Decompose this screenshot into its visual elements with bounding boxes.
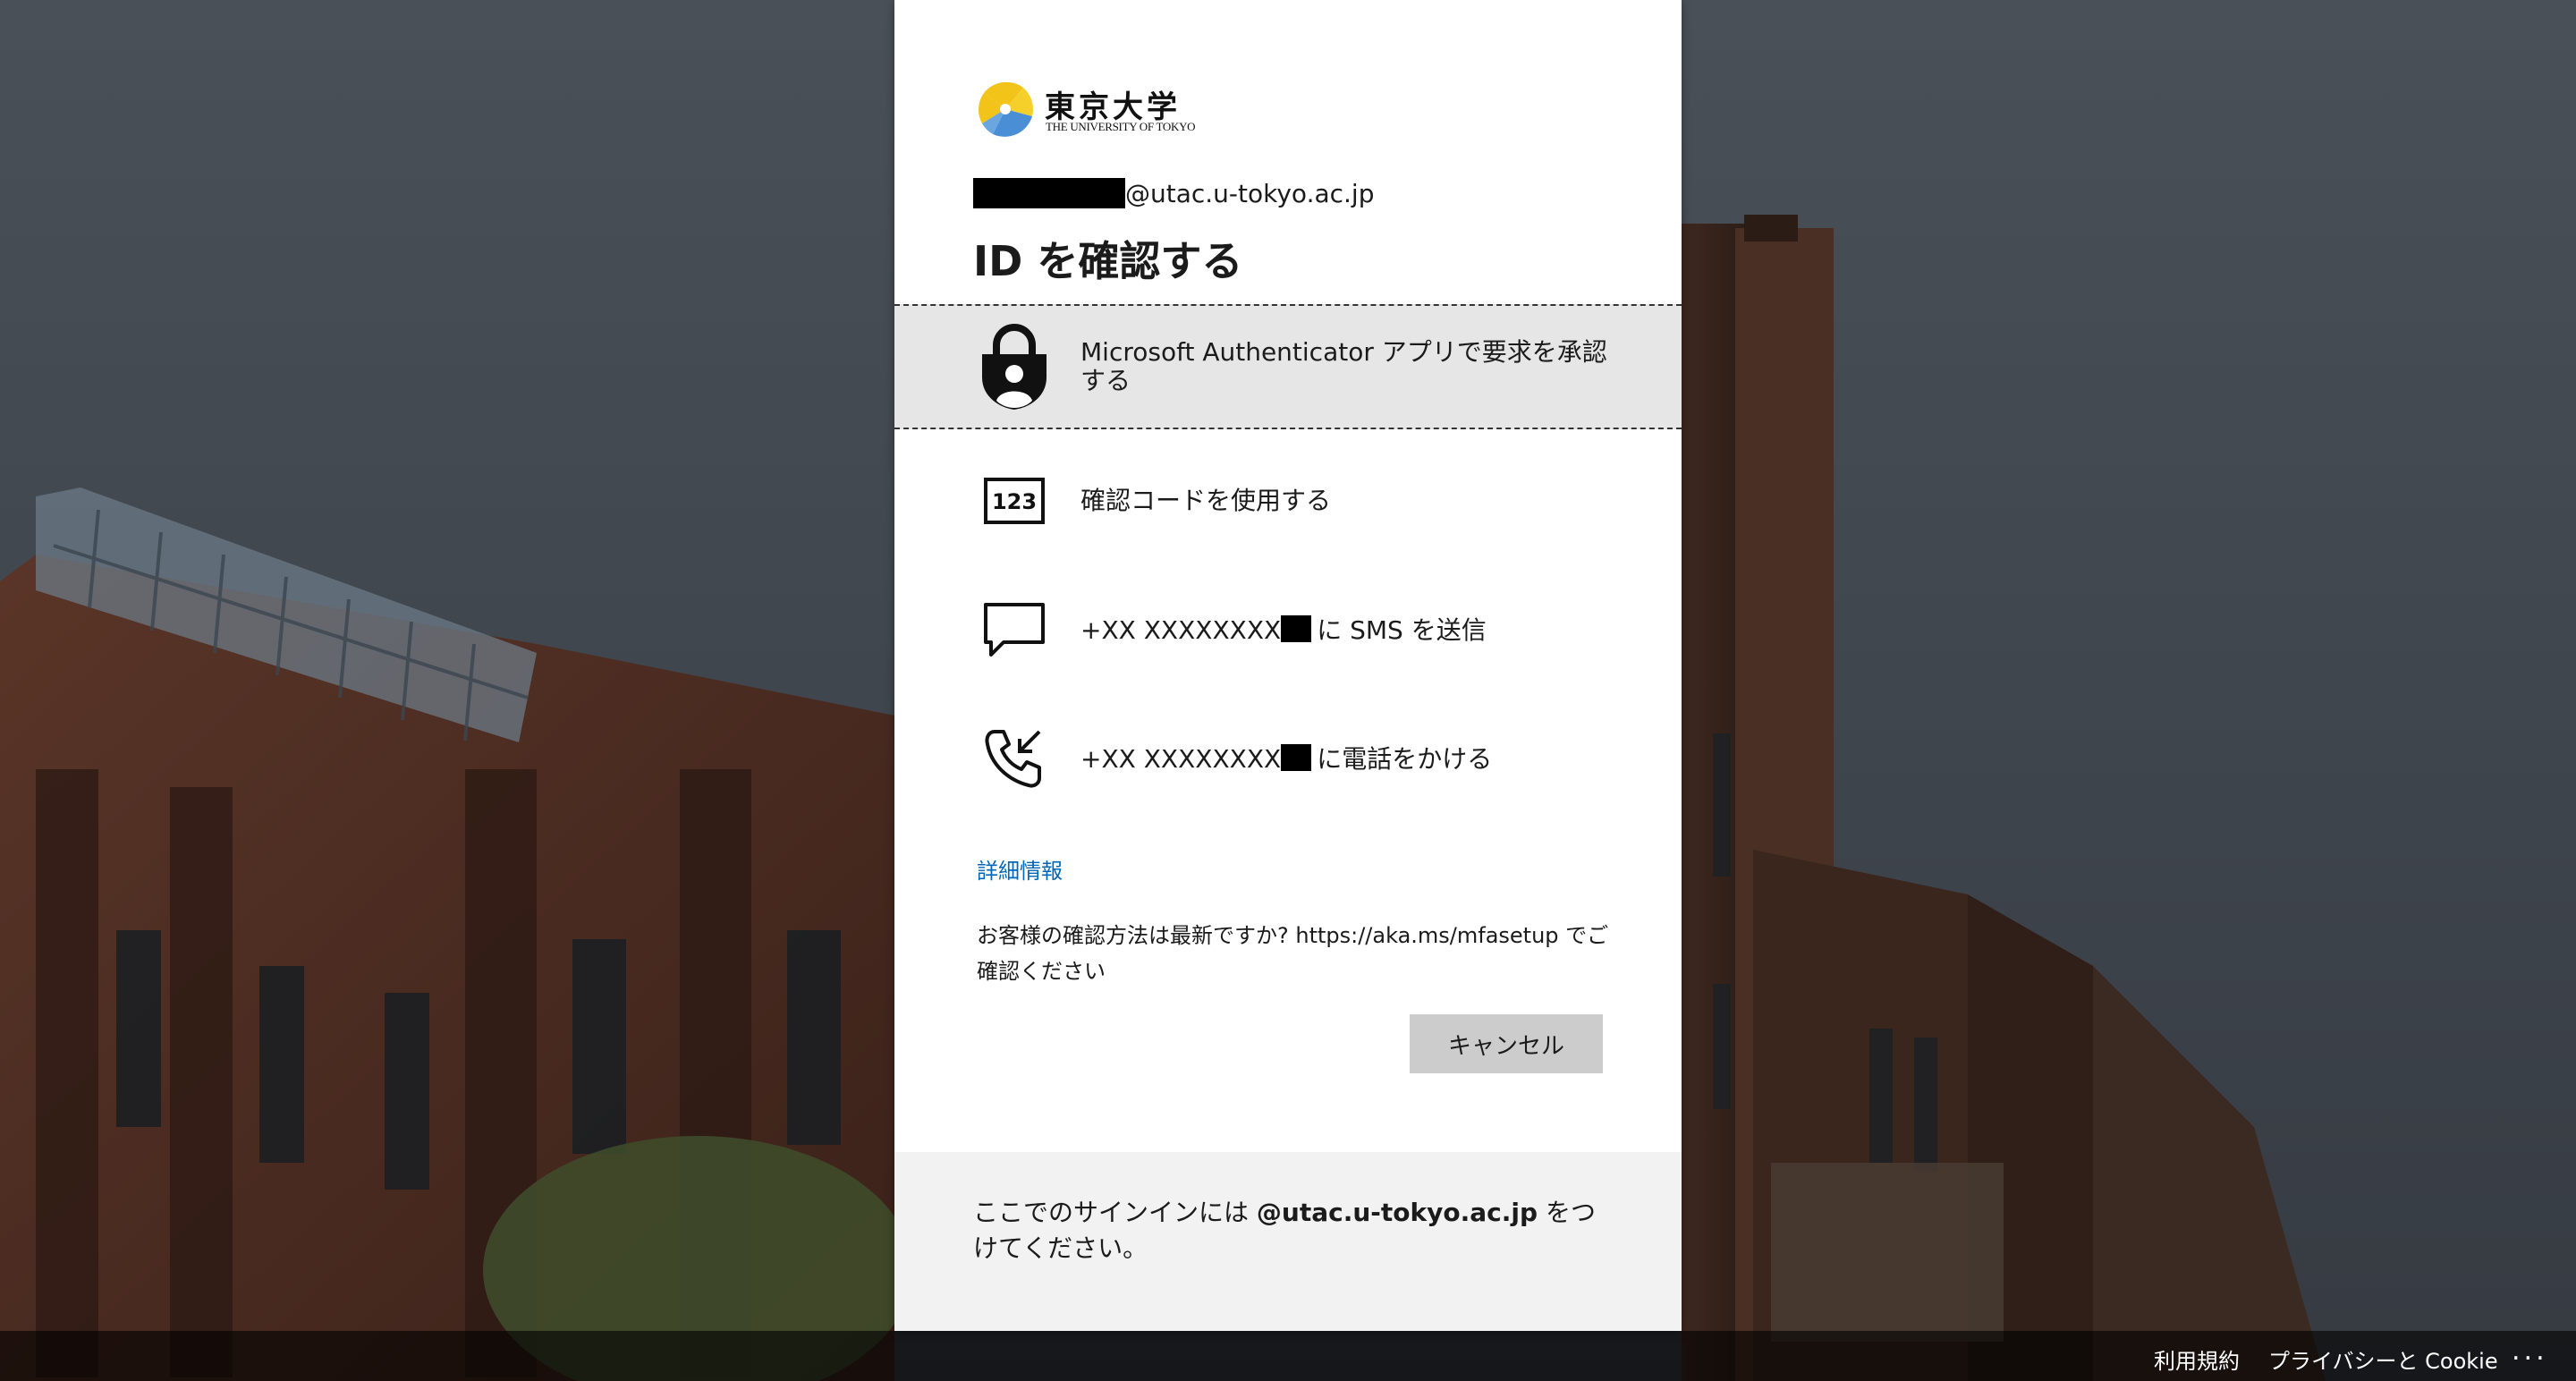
method-action-text: に電話をかける	[1317, 743, 1493, 774]
sign-in-card: 東京大学 THE UNIVERSITY OF TOKYO @utac.u-tok…	[894, 0, 1682, 1331]
verification-code-123-icon: 123	[977, 456, 1052, 546]
method-label: Microsoft Authenticator アプリで要求を承認する	[1080, 337, 1607, 395]
cancel-button[interactable]: キャンセル	[1410, 1014, 1603, 1073]
redacted-phone-digits	[1281, 743, 1312, 771]
authenticator-lock-icon	[977, 322, 1052, 411]
masked-phone-number: +XX XXXXXXXX	[1080, 743, 1282, 774]
ginkgo-leaf-icon	[979, 81, 1033, 137]
privacy-cookie-link[interactable]: プライバシーと Cookie	[2268, 1343, 2498, 1375]
university-logo: 東京大学 THE UNIVERSITY OF TOKYO	[977, 80, 1200, 140]
university-name-en: THE UNIVERSITY OF TOKYO	[1046, 120, 1196, 133]
method-label: +XX XXXXXXXX に電話をかける	[1080, 743, 1617, 774]
method-label: +XX XXXXXXXX に SMS を送信	[1080, 614, 1617, 645]
masked-phone-number: +XX XXXXXXXX	[1080, 614, 1282, 645]
phone-call-icon	[977, 714, 1052, 803]
mfa-setup-notice: お客様の確認方法は最新ですか? https://aka.ms/mfasetup …	[977, 923, 1609, 984]
redacted-username	[973, 178, 1125, 208]
method-phone-call[interactable]: +XX XXXXXXXX に電話をかける	[894, 696, 1682, 821]
sign-in-page: 東京大学 THE UNIVERSITY OF TOKYO @utac.u-tok…	[0, 0, 2576, 1381]
terms-link[interactable]: 利用規約	[2154, 1343, 2240, 1375]
redacted-phone-digits	[1281, 614, 1312, 642]
more-options-button[interactable]: ...	[2512, 1338, 2548, 1365]
page-title: ID を確認する	[973, 237, 1243, 285]
code-glyph-text: 123	[992, 489, 1037, 514]
sign-in-hint-text: ここでのサインインには @utac.u-tokyo.ac.jp をつけてください…	[973, 1195, 1617, 1267]
method-sms[interactable]: +XX XXXXXXXX に SMS を送信	[894, 567, 1682, 692]
account-domain: @utac.u-tokyo.ac.jp	[1125, 178, 1375, 208]
sms-chat-bubble-icon	[977, 585, 1052, 674]
method-action-text: に SMS を送信	[1317, 614, 1487, 645]
hint-prefix: ここでのサインインには	[973, 1198, 1257, 1227]
method-label: 確認コードを使用する	[1080, 486, 1332, 515]
hint-domain: @utac.u-tokyo.ac.jp	[1256, 1198, 1538, 1227]
more-info-link[interactable]: 詳細情報	[977, 853, 1063, 885]
sign-in-hint-panel: ここでのサインインには @utac.u-tokyo.ac.jp をつけてください…	[894, 1152, 1682, 1331]
method-verification-code[interactable]: 123 確認コードを使用する	[894, 438, 1682, 563]
footer-bar: 利用規約 プライバシーと Cookie ...	[0, 1331, 2576, 1381]
account-identity: @utac.u-tokyo.ac.jp	[973, 175, 1374, 211]
method-authenticator-app[interactable]: Microsoft Authenticator アプリで要求を承認する	[894, 304, 1682, 429]
